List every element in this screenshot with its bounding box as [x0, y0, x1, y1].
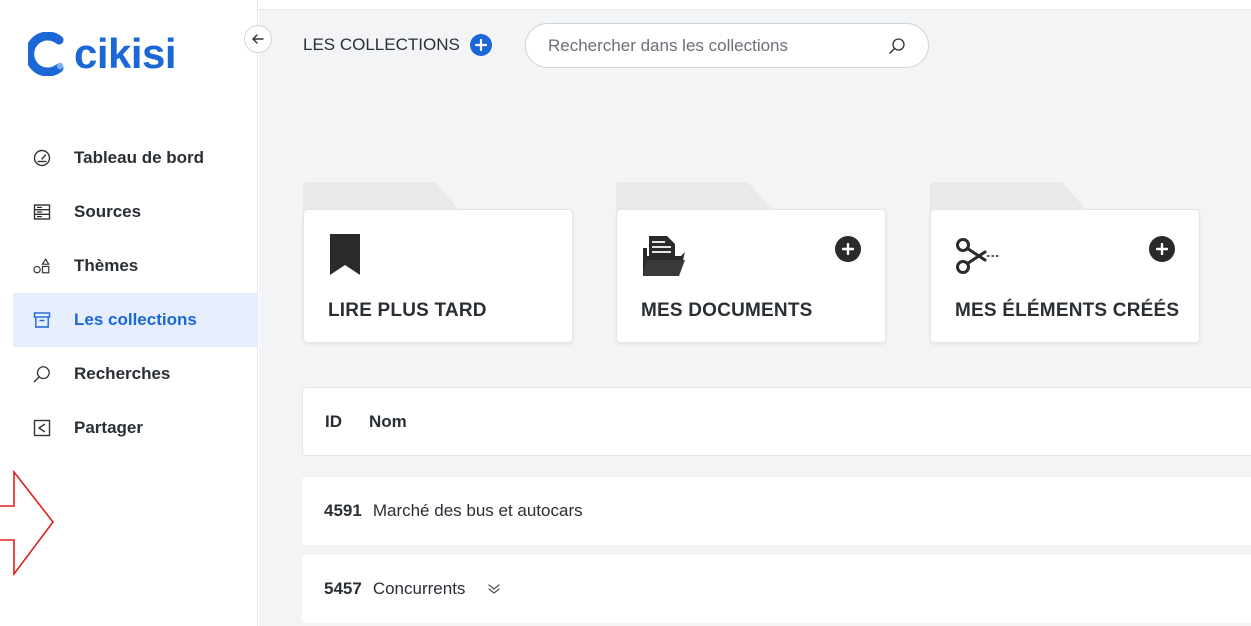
- add-to-folder-button[interactable]: [835, 236, 861, 262]
- search-icon[interactable]: [888, 37, 906, 55]
- folder-name: MES DOCUMENTS: [641, 300, 813, 321]
- folder-mes-elements-crees: MES ÉLÉMENTS CRÉÉS: [930, 182, 1200, 345]
- folder-card[interactable]: MES ÉLÉMENTS CRÉÉS: [930, 209, 1200, 343]
- collections-search: [525, 23, 929, 68]
- plus-icon: [842, 243, 854, 255]
- sidebar-item-label: Les collections: [74, 310, 197, 329]
- sidebar-item-themes[interactable]: Thèmes: [13, 239, 258, 293]
- sidebar-item-label: Recherches: [74, 364, 171, 383]
- table-header: ID Nom: [302, 387, 1251, 456]
- sidebar-item-label: Thèmes: [74, 256, 139, 275]
- sidebar-item-recherches[interactable]: Recherches: [13, 347, 258, 401]
- main-content: LES COLLECTIONS LIRE PLUS TARD: [259, 0, 1251, 626]
- sidebar-item-label: Sources: [74, 202, 142, 221]
- collapse-sidebar-button[interactable]: [244, 25, 272, 53]
- plus-icon: [474, 39, 487, 51]
- sidebar-item-sources[interactable]: Sources: [13, 185, 258, 239]
- scissors-icon: [956, 238, 1000, 274]
- page-title: LES COLLECTIONS: [303, 34, 492, 56]
- top-bar: [259, 0, 1251, 10]
- sidebar: cikisi Tableau de bord Sources Thèmes Le…: [0, 0, 258, 626]
- archive-box-icon: [33, 311, 51, 329]
- folder-lire-plus-tard: LIRE PLUS TARD: [303, 182, 573, 345]
- add-to-folder-button[interactable]: [1149, 236, 1175, 262]
- sidebar-item-partager[interactable]: Partager: [13, 401, 258, 455]
- themes-shapes-icon: [33, 257, 51, 275]
- brand-name: cikisi: [74, 30, 177, 77]
- sources-list-icon: [33, 203, 51, 221]
- expand-row-button[interactable]: [487, 583, 501, 595]
- add-collection-button[interactable]: [469, 34, 492, 56]
- cikisi-logo-icon: [28, 32, 64, 76]
- chevron-double-down-icon: [488, 584, 501, 594]
- brand-logo[interactable]: cikisi: [28, 28, 177, 80]
- row-name: Marché des bus et autocars: [372, 501, 583, 520]
- sidebar-nav: Tableau de bord Sources Thèmes Les colle…: [13, 131, 258, 455]
- sidebar-item-les-collections[interactable]: Les collections: [13, 293, 258, 347]
- folder-card[interactable]: MES DOCUMENTS: [616, 209, 886, 343]
- folder-document-icon: [643, 236, 685, 276]
- search-input[interactable]: [548, 35, 888, 56]
- sidebar-item-label: Partager: [74, 418, 143, 437]
- red-annotation-arrow: [0, 470, 55, 577]
- table-row[interactable]: 5457 Concurrents: [302, 555, 1251, 623]
- row-id: 5457: [324, 579, 362, 598]
- dashboard-gauge-icon: [33, 149, 51, 167]
- page-title-text: LES COLLECTIONS: [303, 35, 460, 54]
- plus-icon: [1156, 243, 1168, 255]
- row-name: Concurrents: [372, 579, 466, 598]
- folder-mes-documents: MES DOCUMENTS: [616, 182, 886, 345]
- search-icon: [33, 365, 51, 383]
- folder-card[interactable]: LIRE PLUS TARD: [303, 209, 573, 343]
- sidebar-item-tableau-de-bord[interactable]: Tableau de bord: [13, 131, 258, 185]
- row-id: 4591: [324, 501, 362, 520]
- column-header-id[interactable]: ID: [325, 412, 369, 432]
- share-icon: [33, 419, 51, 437]
- bookmark-icon: [330, 234, 360, 275]
- table-row[interactable]: 4591 Marché des bus et autocars: [302, 477, 1251, 545]
- folder-name: MES ÉLÉMENTS CRÉÉS: [955, 300, 1180, 321]
- sidebar-item-label: Tableau de bord: [74, 148, 205, 167]
- column-header-nom[interactable]: Nom: [369, 412, 407, 432]
- arrow-left-icon: [252, 34, 264, 44]
- folder-name: LIRE PLUS TARD: [328, 300, 487, 321]
